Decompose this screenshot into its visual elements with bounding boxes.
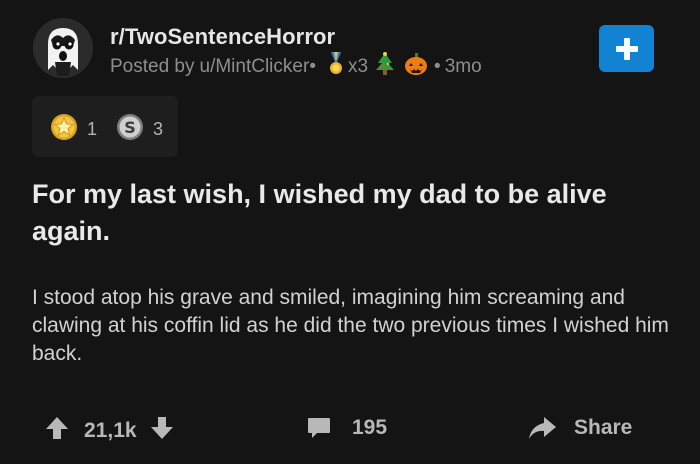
vote-group: 21,1k [44, 415, 175, 446]
share-button[interactable]: Share [527, 415, 632, 441]
svg-text:S: S [124, 118, 136, 137]
post-header: r/TwoSentenceHorror Posted by u/MintClic… [0, 0, 700, 90]
comments-button[interactable]: 195 [306, 415, 387, 441]
subreddit-name[interactable]: r/TwoSentenceHorror [110, 24, 335, 50]
posted-by-label: Posted by [110, 56, 195, 77]
subreddit-avatar[interactable] [33, 18, 93, 78]
post-actions: 21,1k 195 Share [0, 405, 700, 453]
author-username[interactable]: u/MintClicker [200, 56, 310, 78]
join-button[interactable] [599, 25, 654, 72]
vote-count: 21,1k [84, 418, 137, 442]
award-count: 3 [153, 119, 164, 139]
plus-icon [615, 37, 638, 60]
post-meta: Posted by u/MintClicker • x3 • 3mo [110, 52, 482, 82]
upvote-button[interactable] [44, 415, 70, 446]
ghost-mascot-icon [33, 18, 93, 78]
awards-bar[interactable]: 1 S 3 [32, 96, 178, 157]
medal-award-icon [328, 52, 344, 82]
share-arrow-icon [529, 417, 556, 439]
gold-star-award-icon [50, 113, 78, 146]
meta-separator: • [309, 56, 316, 77]
award-count: 1 [87, 119, 98, 139]
downvote-button[interactable] [149, 415, 175, 446]
post-body: I stood atop his grave and smiled, imagi… [32, 286, 669, 365]
pumpkin-award-icon [404, 52, 428, 82]
post-age: 3mo [444, 56, 482, 77]
christmas-tree-award-icon [374, 52, 396, 82]
award-item[interactable]: 1 [50, 113, 97, 146]
comment-count: 195 [352, 416, 388, 439]
meta-separator: • [434, 56, 441, 77]
award-item[interactable]: S 3 [116, 113, 163, 146]
silver-coin-award-icon: S [116, 113, 144, 146]
upvote-arrow-icon [46, 417, 68, 439]
share-label: Share [574, 416, 633, 439]
downvote-arrow-icon [150, 417, 173, 439]
award-multiplier: x3 [347, 56, 369, 77]
post-title[interactable]: For my last wish, I wished my dad to be … [32, 176, 672, 250]
comment-bubble-icon [308, 418, 330, 438]
